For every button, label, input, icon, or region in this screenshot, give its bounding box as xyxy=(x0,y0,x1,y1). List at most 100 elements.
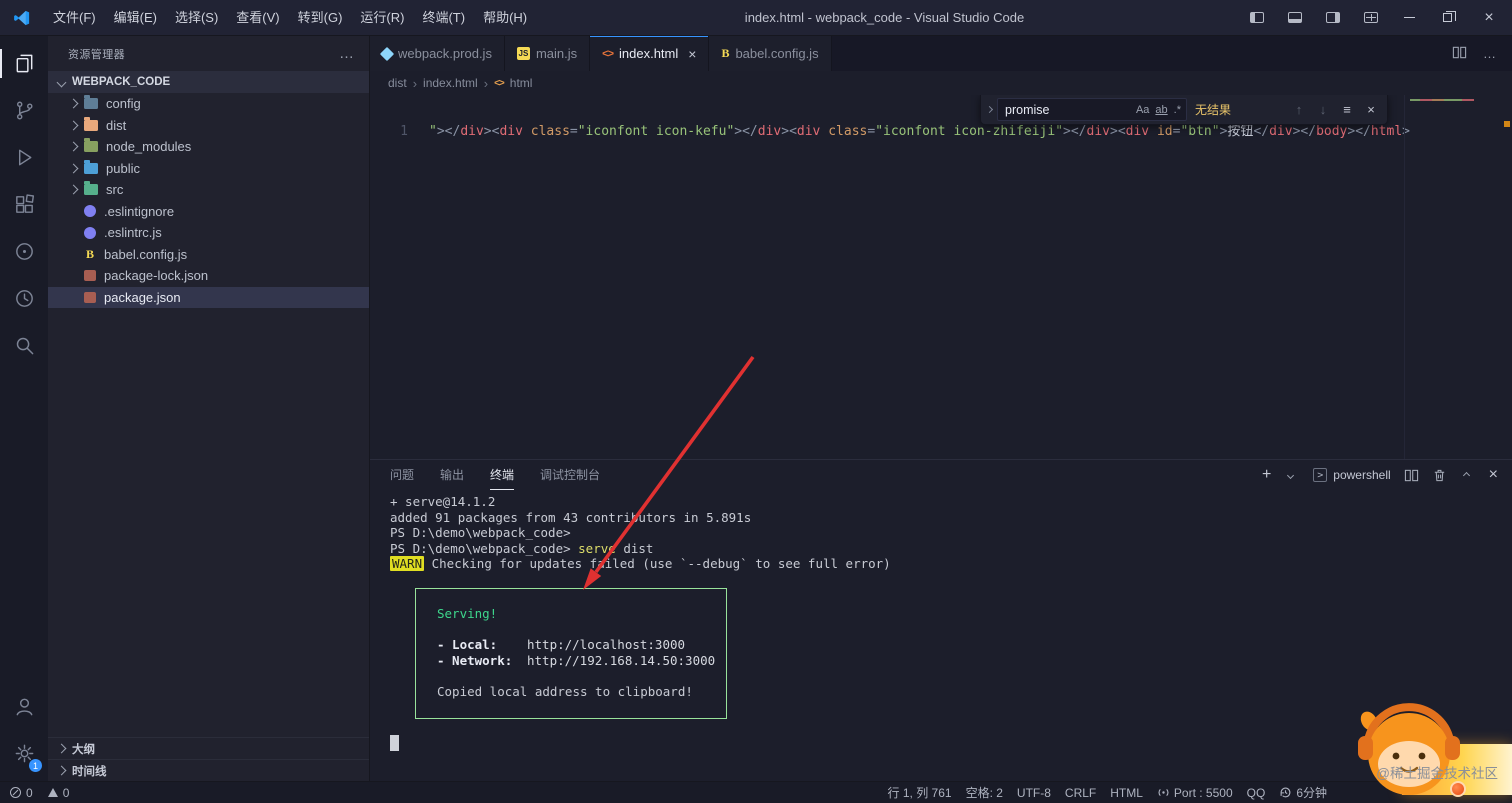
match-case-icon[interactable]: Aa xyxy=(1133,103,1152,117)
toggle-secondary-sidebar-icon[interactable] xyxy=(1314,0,1352,35)
panel-tab-terminal[interactable]: 终端 xyxy=(490,460,515,490)
terminal-dropdown-icon[interactable] xyxy=(1287,471,1295,479)
status-live-server-port[interactable]: Port : 5500 xyxy=(1150,786,1240,800)
source-control-icon[interactable] xyxy=(0,87,48,134)
extensions-icon[interactable] xyxy=(0,181,48,228)
tab-webpack-prod-js[interactable]: webpack.prod.js xyxy=(370,36,505,71)
explorer-icon[interactable] xyxy=(0,40,48,87)
status-cursor-position[interactable]: 行 1, 列 761 xyxy=(881,784,959,801)
terminal-output[interactable]: + serve@14.1.2 added 91 packages from 43 … xyxy=(370,490,1512,781)
settings-gear-icon[interactable]: 1 xyxy=(0,730,48,777)
minimap-line xyxy=(1410,99,1474,101)
find-prev-icon[interactable]: ↑ xyxy=(1287,102,1311,117)
kill-terminal-icon[interactable] xyxy=(1432,468,1447,483)
toggle-sidebar-icon[interactable] xyxy=(1238,0,1276,35)
search-icon[interactable] xyxy=(0,322,48,369)
find-in-selection-icon[interactable]: ≡ xyxy=(1335,102,1359,117)
folder-icon xyxy=(84,138,98,153)
webpack-icon xyxy=(379,46,395,61)
find-input[interactable] xyxy=(1005,102,1133,117)
minimize-button[interactable] xyxy=(1390,0,1428,35)
tree-file-package-json[interactable]: package.json xyxy=(48,286,369,308)
menu-run[interactable]: 运行(R) xyxy=(351,0,413,36)
status-encoding[interactable]: UTF-8 xyxy=(1010,786,1058,800)
menu-selection[interactable]: 选择(S) xyxy=(166,0,227,36)
panel-tab-problems[interactable]: 问题 xyxy=(390,460,414,490)
tree-folder-node-modules[interactable]: node_modules xyxy=(48,136,369,158)
outline-section[interactable]: 大纲 xyxy=(48,737,369,759)
tree-folder-public[interactable]: public xyxy=(48,158,369,180)
breadcrumb-dist[interactable]: dist xyxy=(388,76,407,90)
babel-icon: B xyxy=(721,46,730,60)
status-timer[interactable]: 6分钟 xyxy=(1272,784,1334,801)
new-terminal-icon[interactable]: + xyxy=(1262,466,1271,484)
tree-file-babel-config-js[interactable]: Bbabel.config.js xyxy=(48,244,369,266)
tree-file-eslintrc-js[interactable]: .eslintrc.js xyxy=(48,222,369,244)
tree-file-eslintignore[interactable]: .eslintignore xyxy=(48,201,369,223)
timeline-section[interactable]: 时间线 xyxy=(48,759,369,781)
breadcrumb-html[interactable]: html xyxy=(510,76,533,90)
remote-explorer-icon[interactable] xyxy=(0,228,48,275)
symbol-icon: <> xyxy=(494,77,505,89)
whole-word-icon[interactable]: ab xyxy=(1152,103,1170,117)
tab-index-html[interactable]: <> index.html × xyxy=(590,36,710,71)
close-icon[interactable]: × xyxy=(688,46,696,62)
find-next-icon[interactable]: ↓ xyxy=(1311,102,1335,117)
menu-terminal[interactable]: 终端(T) xyxy=(413,0,474,36)
status-label: QQ xyxy=(1246,785,1266,800)
tab-title: main.js xyxy=(535,46,578,61)
history-icon[interactable] xyxy=(0,275,48,322)
restore-button[interactable] xyxy=(1428,0,1466,35)
terminal-instance-powershell[interactable]: > powershell xyxy=(1313,468,1391,482)
npm-icon xyxy=(84,291,96,303)
status-qq[interactable]: QQ xyxy=(1240,786,1273,800)
network-url[interactable]: http://192.168.14.50:3000 xyxy=(527,653,715,668)
regex-icon[interactable]: .* xyxy=(1171,103,1184,117)
minimap[interactable] xyxy=(1404,95,1512,459)
sidebar-header: 资源管理器 … xyxy=(48,36,369,71)
split-editor-icon[interactable] xyxy=(1452,45,1467,63)
folder-icon xyxy=(84,181,98,196)
toggle-panel-icon[interactable] xyxy=(1276,0,1314,35)
menu-file[interactable]: 文件(F) xyxy=(44,0,105,36)
settings-badge: 1 xyxy=(29,759,42,772)
menu-goto[interactable]: 转到(G) xyxy=(289,0,352,36)
html-icon: <> xyxy=(602,47,614,60)
status-language-mode[interactable]: HTML xyxy=(1103,786,1150,800)
menu-edit[interactable]: 编辑(E) xyxy=(105,0,166,36)
tree-folder-config[interactable]: config xyxy=(48,93,369,115)
find-expand-icon[interactable] xyxy=(981,95,997,124)
terminal-lines: + serve@14.1.2 added 91 packages from 43 … xyxy=(390,494,1512,572)
more-editor-actions-icon[interactable]: … xyxy=(1483,46,1496,61)
terminal-line: PS D:\demo\webpack_code> xyxy=(390,525,1512,541)
local-address-row: - Local: http://localhost:3000 xyxy=(437,637,726,653)
file-label: .eslintignore xyxy=(104,203,175,219)
close-window-button[interactable]: × xyxy=(1466,0,1512,35)
find-close-icon[interactable]: × xyxy=(1359,102,1383,117)
close-panel-icon[interactable]: × xyxy=(1489,466,1498,484)
account-icon[interactable] xyxy=(0,683,48,730)
run-debug-icon[interactable] xyxy=(0,134,48,181)
panel-tab-debug-console[interactable]: 调试控制台 xyxy=(540,460,600,490)
tree-root-folder[interactable]: WEBPACK_CODE xyxy=(48,71,369,93)
file-label: package.json xyxy=(104,289,181,305)
tree-folder-src[interactable]: src xyxy=(48,179,369,201)
more-actions-icon[interactable]: … xyxy=(339,45,355,62)
local-url[interactable]: http://localhost:3000 xyxy=(527,637,685,652)
tree-folder-dist[interactable]: dist xyxy=(48,115,369,137)
status-indentation[interactable]: 空格: 2 xyxy=(959,784,1010,801)
split-terminal-icon[interactable] xyxy=(1404,468,1419,483)
breadcrumb-index-html[interactable]: index.html xyxy=(423,76,478,90)
panel-tab-output[interactable]: 输出 xyxy=(440,460,464,490)
tab-babel-config-js[interactable]: Bbabel.config.js xyxy=(709,36,832,71)
tab-main-js[interactable]: JS main.js xyxy=(504,36,591,71)
tree-file-package-lock-json[interactable]: package-lock.json xyxy=(48,265,369,287)
maximize-panel-icon[interactable] xyxy=(1462,471,1470,479)
customize-layout-icon[interactable] xyxy=(1352,0,1390,35)
code-editor[interactable]: Aa ab .* 无结果 ↑ ↓ ≡ × 1"></div><div class… xyxy=(370,95,1512,459)
vscode-logo-icon xyxy=(0,9,44,27)
menu-view[interactable]: 查看(V) xyxy=(227,0,288,36)
status-eol[interactable]: CRLF xyxy=(1058,786,1103,800)
menu-help[interactable]: 帮助(H) xyxy=(474,0,536,36)
problems-indicator[interactable]: 0 0 xyxy=(10,786,69,800)
